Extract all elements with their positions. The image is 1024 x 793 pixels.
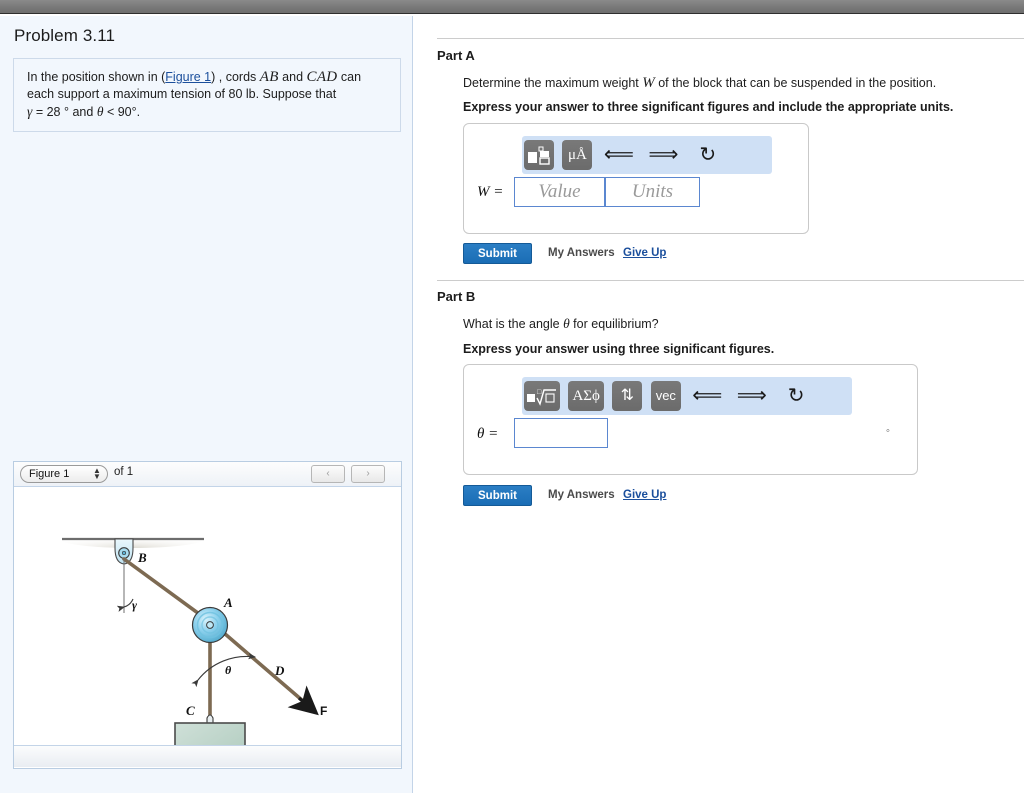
nth-root-icon[interactable]: □ xyxy=(524,381,560,411)
gamma-value: = 28 xyxy=(35,105,61,119)
part-a-answer-box: μÅ ⟸ ⟹ ↻ ⌨ ? W = Value Units xyxy=(463,123,809,234)
problem-statement-text: In the position shown in (Figure 1) , co… xyxy=(27,69,388,121)
chevron-updown-icon: ▲ ▼ xyxy=(93,466,101,481)
figure-widget: Figure 1 ▲ ▼ of 1 ‹ › B γ A θ D F C xyxy=(13,461,402,769)
reset-icon[interactable]: ↻ xyxy=(781,381,811,411)
svg-text:□: □ xyxy=(537,388,542,396)
part-b-divider xyxy=(437,280,1024,281)
part-b-answer-box: □ ΑΣϕ ⇅ vec ⟸ ⟹ ↻ ⌨ ? θ = ◦ xyxy=(463,364,918,475)
value-input[interactable]: Value xyxy=(514,177,605,207)
arrows-updown-icon[interactable]: ⇅ xyxy=(612,381,643,411)
page-root: Problem 3.11 In the position shown in (F… xyxy=(0,0,1024,793)
page-title: Problem 3.11 xyxy=(14,26,116,45)
part-a-label: Part A xyxy=(437,48,475,63)
redo-icon[interactable]: ⟹ xyxy=(648,140,678,170)
cord-cad-label: CAD xyxy=(306,69,338,85)
part-b-question: What is the angle θ for equilibrium? xyxy=(463,316,659,332)
vector-icon[interactable]: vec xyxy=(650,381,681,411)
figure-canvas: B γ A θ D F C xyxy=(14,487,401,745)
part-b-my-answers-link[interactable]: My Answers xyxy=(548,489,615,501)
cord-ab-label: AB xyxy=(259,69,279,85)
left-panel: Problem 3.11 In the position shown in (F… xyxy=(0,16,413,793)
statement-pre: In the position shown in ( xyxy=(27,70,166,84)
part-a-submit-button[interactable]: Submit xyxy=(463,243,532,264)
statement-period: . xyxy=(136,105,141,119)
figure-next-button[interactable]: › xyxy=(351,465,385,483)
degree-unit-label: ◦ xyxy=(886,425,890,437)
part-a-math-toolbar: μÅ ⟸ ⟹ ↻ ⌨ ? xyxy=(522,136,772,198)
part-b-question-pre: What is the angle xyxy=(463,317,564,331)
units-input-placeholder: Units xyxy=(631,181,674,202)
part-a-question-post: of the block that can be suspended in th… xyxy=(654,76,937,90)
degree-symbol-1: ° xyxy=(63,105,69,119)
figure-diagram: B γ A θ D F C xyxy=(60,530,327,745)
svg-text:D: D xyxy=(274,663,285,678)
gamma-symbol: γ xyxy=(27,104,33,119)
theta-var: θ xyxy=(563,316,570,331)
figure-toolbar: Figure 1 ▲ ▼ of 1 ‹ › xyxy=(14,462,401,487)
svg-text:θ: θ xyxy=(225,663,232,677)
part-a-give-up-link[interactable]: Give Up xyxy=(623,247,666,259)
part-a-eq-label: W = xyxy=(477,184,504,200)
statement-and2: and xyxy=(72,105,94,119)
weight-var-w: W xyxy=(642,75,655,91)
part-a-question: Determine the maximum weight W of the bl… xyxy=(463,75,936,92)
statement-post: can xyxy=(337,70,362,84)
svg-text:C: C xyxy=(186,703,195,718)
part-b-eq-label: θ = xyxy=(477,426,499,442)
statement-line2: each support a maximum tension of 80 lb.… xyxy=(27,87,337,101)
statement-and: and xyxy=(278,70,307,84)
svg-text:B: B xyxy=(137,550,147,565)
theta-relation: < 90 xyxy=(106,105,132,119)
theta-symbol: θ xyxy=(96,104,104,119)
undo-icon[interactable]: ⟸ xyxy=(604,140,634,170)
greek-letters-icon[interactable]: ΑΣϕ xyxy=(568,381,604,411)
statement-mid: ) , cords xyxy=(211,70,260,84)
units-input[interactable]: Units xyxy=(605,177,700,207)
part-b-question-post: for equilibrium? xyxy=(569,317,659,331)
part-a-instruction: Express your answer to three significant… xyxy=(463,100,954,114)
value-input-placeholder: Value xyxy=(538,181,581,202)
reset-icon[interactable]: ↻ xyxy=(693,140,723,170)
part-b-instruction: Express your answer using three signific… xyxy=(463,342,775,356)
part-b-give-up-link[interactable]: Give Up xyxy=(623,489,666,501)
figure-1-link[interactable]: Figure 1 xyxy=(165,70,211,84)
part-a-question-pre: Determine the maximum weight xyxy=(463,76,643,90)
part-b-label: Part B xyxy=(437,289,476,304)
browser-chrome-bar xyxy=(0,0,1024,14)
part-a-divider xyxy=(437,38,1024,39)
part-b-math-toolbar: □ ΑΣϕ ⇅ vec ⟸ ⟹ ↻ ⌨ ? xyxy=(522,377,852,439)
redo-icon[interactable]: ⟹ xyxy=(737,381,767,411)
svg-text:F: F xyxy=(320,704,327,718)
undo-icon[interactable]: ⟸ xyxy=(692,381,722,411)
svg-text:A: A xyxy=(223,595,233,610)
figure-footer-bar xyxy=(14,745,401,767)
part-a-my-answers-link[interactable]: My Answers xyxy=(548,247,615,259)
problem-statement-box: In the position shown in (Figure 1) , co… xyxy=(13,58,401,132)
theta-answer-input[interactable] xyxy=(514,418,608,448)
figure-select[interactable]: Figure 1 ▲ ▼ xyxy=(20,465,108,483)
figure-count-label: of 1 xyxy=(114,466,134,478)
units-icon[interactable]: μÅ xyxy=(562,140,593,170)
figure-select-value: Figure 1 xyxy=(29,468,70,480)
template-blocks-icon[interactable] xyxy=(524,140,554,170)
part-b-submit-button[interactable]: Submit xyxy=(463,485,532,506)
svg-text:γ: γ xyxy=(132,598,137,612)
figure-prev-button[interactable]: ‹ xyxy=(311,465,345,483)
right-panel: Part A Determine the maximum weight W of… xyxy=(414,16,1024,793)
